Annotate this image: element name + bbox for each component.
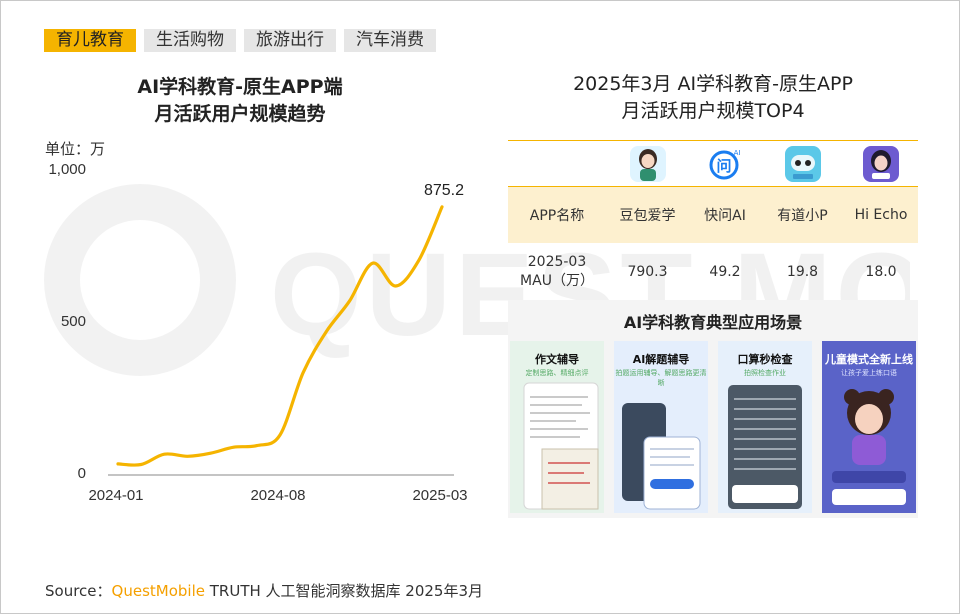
left-title-line2: 月活跃用户规模趋势 <box>154 103 326 125</box>
y-tick-label: 1,000 <box>48 161 86 178</box>
app-name-youdao-xiaop: 有道小P <box>777 208 828 224</box>
arithmetic-phone-mockup-icon <box>728 385 802 509</box>
app-name-kuaiwen-ai: 快问AI <box>704 208 746 224</box>
y-tick-label: 500 <box>61 313 86 330</box>
data-label-latest: 875.2 <box>424 182 464 199</box>
mau-doubao-aixue: 790.3 <box>627 263 668 280</box>
mau-youdao-xiaop: 19.8 <box>786 263 819 280</box>
doubao-aixue-icon <box>629 145 666 182</box>
right-title-line1: 2025年3月 AI学科教育-原生APP <box>573 73 853 95</box>
right-title: 2025年3月 AI学科教育-原生APP 月活跃用户规模TOP4 <box>508 71 918 125</box>
x-tick-label: 2024-01 <box>88 487 143 504</box>
x-tick-label: 2024-08 <box>250 487 305 504</box>
essay-phone-mockup-icon <box>523 382 599 510</box>
top4-table: 问 AI APP名称 豆包爱学 快问AI 有道小P Hi Echo 2025-0… <box>508 140 918 301</box>
app-name-doubao-aixue: 豆包爱学 <box>619 208 676 224</box>
scenario-title: AI学科教育典型应用场景 <box>623 313 803 332</box>
category-tabs: 育儿教育 生活购物 旅游出行 汽车消费 <box>44 29 436 52</box>
app-icon-row: 问 AI <box>508 141 918 186</box>
tab-parenting-education[interactable]: 育儿教育 <box>44 29 136 52</box>
right-title-line2: 月活跃用户规模TOP4 <box>621 100 805 122</box>
y-tick-label: 0 <box>78 465 86 482</box>
source-brand: QuestMobile <box>111 582 205 600</box>
scenario-essay-tutoring: 作文辅导 定制思路、精细点评 <box>510 341 604 513</box>
mau-hi-echo: 18.0 <box>865 263 897 280</box>
left-chart-title: AI学科教育-原生APP端 月活跃用户规模趋势 <box>60 74 420 128</box>
source-footnote: Source：QuestMobile TRUTH 人工智能洞察数据库 2025年… <box>45 580 483 601</box>
x-tick-label: 2025-03 <box>412 487 467 504</box>
app-name-hi-echo: Hi Echo <box>854 207 908 223</box>
tab-car-consumption[interactable]: 汽车消费 <box>344 29 436 52</box>
mau-trend-line-chart: 0 500 1,000 2024-01 2024-08 2025-03 875.2 <box>48 161 467 504</box>
kuaiwen-ai-icon: 问 AI <box>707 145 743 182</box>
scenario-kids-mode: 儿童模式全新上线 让孩子爱上练口语 <box>822 341 916 513</box>
kids-mode-character-icon <box>832 389 906 505</box>
application-scenarios: AI学科教育典型应用场景 作文辅导 定制思路、精细点评 AI解题辅导 拍题运用辅… <box>508 300 918 518</box>
header-app-name: APP名称 <box>529 208 585 224</box>
source-suffix: TRUTH 人工智能洞察数据库 2025年3月 <box>204 582 484 600</box>
tab-travel[interactable]: 旅游出行 <box>244 29 336 52</box>
tab-life-shopping[interactable]: 生活购物 <box>144 29 236 52</box>
source-prefix: Source： <box>45 582 112 600</box>
mau-row-label: 2025-03 MAU（万） <box>520 253 594 289</box>
table-mau-row: 2025-03 MAU（万） 790.3 49.2 19.8 18.0 <box>508 243 918 300</box>
mau-kuaiwen-ai: 49.2 <box>709 263 741 280</box>
youdao-xiaop-icon <box>784 145 821 182</box>
scenario-arithmetic-check: 口算秒检查 拍照检查作业 <box>718 341 812 513</box>
mau-series-line <box>116 205 444 467</box>
svg-text:AI: AI <box>734 149 741 157</box>
scenario-ai-problem-solving: AI解题辅导 拍题运用辅导、解题思路更清晰 <box>614 341 708 513</box>
left-title-line1: AI学科教育-原生APP端 <box>137 76 343 98</box>
solving-phone-mockup-icon <box>622 403 701 510</box>
hi-echo-icon <box>863 145 899 182</box>
table-header-row: APP名称 豆包爱学 快问AI 有道小P Hi Echo <box>508 187 918 243</box>
svg-text:问: 问 <box>716 157 731 175</box>
